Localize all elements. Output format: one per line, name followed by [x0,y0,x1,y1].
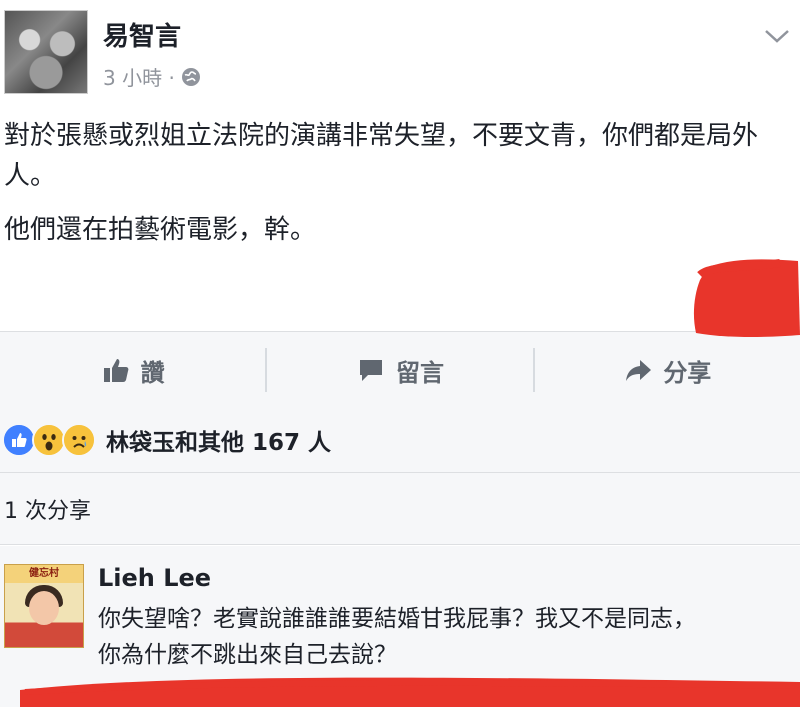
sad-reaction-icon [62,423,96,457]
action-bar: 讚 留言 分享 [0,331,800,409]
reaction-summary: 林袋玉和其他 167 人 [106,430,332,456]
share-count: 1 次分享 [4,498,91,524]
post-body: 對於張懸或烈姐立法院的演講非常失望，不要文青，你們都是局外人。 他們還在拍藝術電… [4,116,794,264]
comment-item: 健忘村 Lieh Lee 你失望啥？老實說誰誰誰要結婚甘我屁事？我又不是同志， … [0,546,800,707]
commenter-name[interactable]: Lieh Lee [98,564,211,592]
reactions-row[interactable]: 林袋玉和其他 167 人 [0,408,800,473]
like-reaction-icon [2,423,36,457]
like-button[interactable]: 讚 [0,348,265,392]
share-button[interactable]: 分享 [535,348,800,392]
post-card: 易智言 3 小時 · 對於張懸或烈姐立法院的演講非常失望，不要文青，你們都是局外… [0,0,800,330]
globe-icon [181,67,200,86]
comment-button[interactable]: 留言 [267,348,532,392]
comment-line: 你為什麼不跳出來自己去說？ [98,642,397,668]
post-author[interactable]: 易智言 [103,16,181,53]
comment-icon [359,360,382,381]
thumbs-up-icon [103,359,129,382]
post-paragraph: 他們還在拍藝術電影，幹。 [4,215,317,245]
comment-text: 你失望啥？老實說誰誰誰要結婚甘我屁事？我又不是同志， 你為什麼不跳出來自己去說？ [98,601,798,673]
post-meta: 3 小時 · [103,62,201,91]
like-label: 讚 [140,358,165,387]
chevron-down-icon[interactable] [764,26,790,46]
wow-reaction-icon [32,423,66,457]
author-avatar[interactable] [4,10,88,94]
shares-row[interactable]: 1 次分享 [0,473,800,545]
post-time[interactable]: 3 小時 · [103,62,175,91]
share-label: 分享 [663,358,712,387]
post-paragraph: 對於張懸或烈姐立法院的演講非常失望，不要文青，你們都是局外人。 [4,121,759,191]
reaction-emojis [2,423,96,457]
comment-label: 留言 [395,358,444,387]
share-arrow-icon [626,360,652,381]
comment-line: 你失望啥？老實說誰誰誰要結婚甘我屁事？我又不是同志， [98,606,696,632]
commenter-avatar[interactable]: 健忘村 [4,564,84,648]
avatar-banner: 健忘村 [29,568,59,579]
avatar-face [29,591,59,625]
